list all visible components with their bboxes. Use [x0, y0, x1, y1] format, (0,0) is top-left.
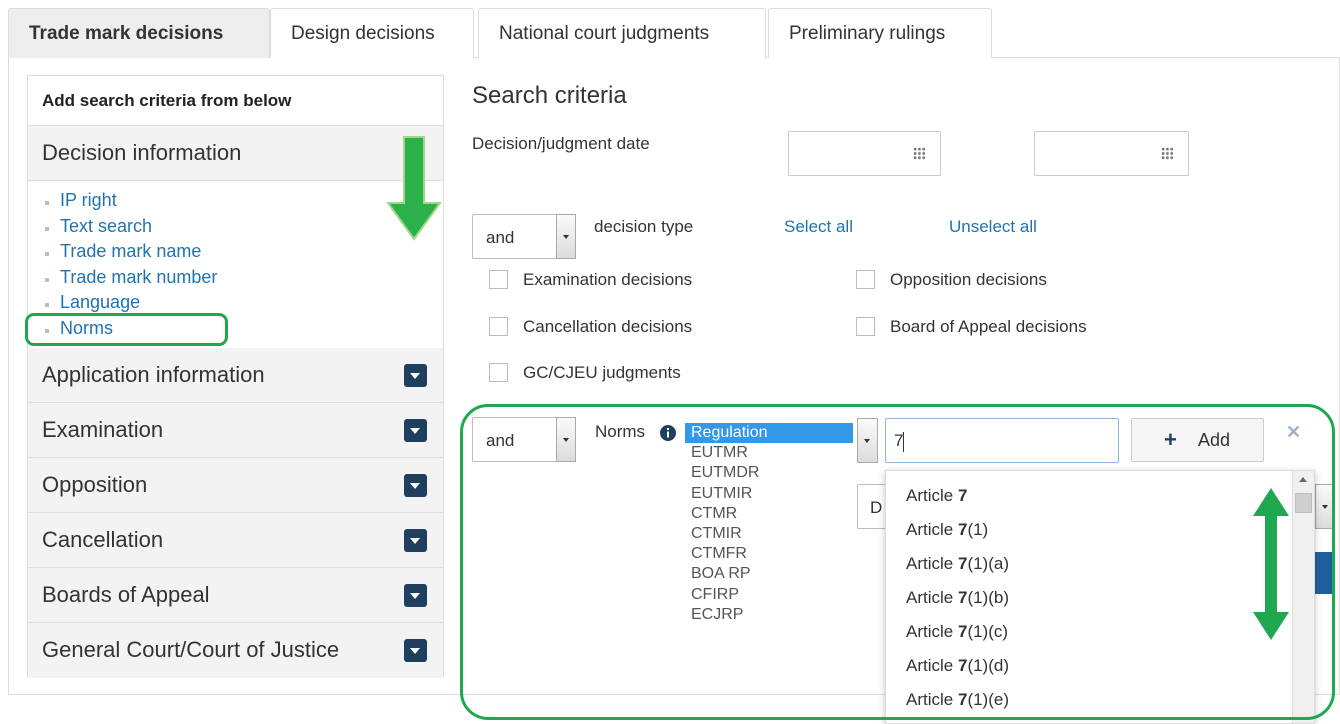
checkbox-board-of-appeal-decisions[interactable] [856, 317, 875, 336]
section-examination[interactable]: Examination [28, 403, 443, 458]
sidebar-item-text-search[interactable]: Text search [42, 214, 402, 240]
checkbox-examination-decisions[interactable] [489, 270, 508, 289]
down-arrow-icon [386, 136, 442, 241]
calendar-icon[interactable] [1161, 147, 1174, 160]
tab-preliminary-rulings[interactable]: Preliminary rulings [768, 8, 992, 58]
expand-icon[interactable] [404, 419, 427, 442]
expand-icon[interactable] [404, 639, 427, 662]
sidebar-item-language[interactable]: Language [42, 290, 402, 316]
bullet-icon [45, 226, 49, 231]
section-application-information[interactable]: Application information [28, 348, 443, 403]
checkbox-cancellation-decisions[interactable] [489, 317, 508, 336]
checkbox-opposition-decisions[interactable] [856, 270, 875, 289]
decision-type-label: decision type [594, 217, 694, 236]
search-criteria-title: Search criteria [472, 82, 627, 109]
norms-highlight-box [25, 313, 228, 346]
sidebar-item-ip-right[interactable]: IP right [42, 188, 402, 214]
section-opposition[interactable]: Opposition [28, 458, 443, 513]
checkbox-label: Board of Appeal decisions [890, 317, 1087, 336]
section-boards-of-appeal[interactable]: Boards of Appeal [28, 568, 443, 623]
expand-icon[interactable] [404, 529, 427, 552]
norms-highlight-region [460, 404, 1335, 720]
select-all-link[interactable]: Select all [784, 217, 853, 237]
expand-icon[interactable] [404, 364, 427, 387]
calendar-icon[interactable] [913, 147, 926, 160]
tab-national-court-judgments[interactable]: National court judgments [478, 8, 766, 58]
sidebar-item-trade-mark-name[interactable]: Trade mark name [42, 239, 402, 265]
sidebar-item-trade-mark-number[interactable]: Trade mark number [42, 265, 402, 291]
bullet-icon [45, 303, 49, 307]
date-to-input[interactable] [1034, 131, 1189, 176]
tab-trade-mark-decisions[interactable]: Trade mark decisions [8, 8, 270, 58]
checkbox-label: Examination decisions [523, 270, 693, 289]
date-from-input[interactable] [788, 131, 941, 176]
checkbox-label: GC/CJEU judgments [523, 363, 681, 382]
sidebar-header: Add search criteria from below [28, 76, 443, 126]
bullet-icon [45, 201, 49, 205]
bullet-icon [45, 277, 49, 282]
tab-design-decisions[interactable]: Design decisions [270, 8, 474, 58]
checkbox-gc-cjeu-judgments[interactable] [489, 363, 508, 382]
expand-icon[interactable] [404, 474, 427, 497]
expand-icon[interactable] [404, 584, 427, 607]
unselect-all-link[interactable]: Unselect all [949, 217, 1037, 237]
chevron-down-icon[interactable] [556, 214, 576, 259]
bullet-icon [45, 252, 49, 256]
section-cancellation[interactable]: Cancellation [28, 513, 443, 568]
section-title: Decision information [42, 140, 242, 165]
section-decision-information[interactable]: Decision information [28, 126, 443, 181]
decision-type-operator-select[interactable]: and [472, 214, 576, 259]
date-label: Decision/judgment date [472, 134, 650, 153]
criteria-sidebar: Add search criteria from below Decision … [27, 75, 444, 678]
section-general-court[interactable]: General Court/Court of Justice [28, 623, 443, 678]
checkbox-label: Cancellation decisions [523, 317, 693, 336]
checkbox-label: Opposition decisions [890, 270, 1047, 289]
